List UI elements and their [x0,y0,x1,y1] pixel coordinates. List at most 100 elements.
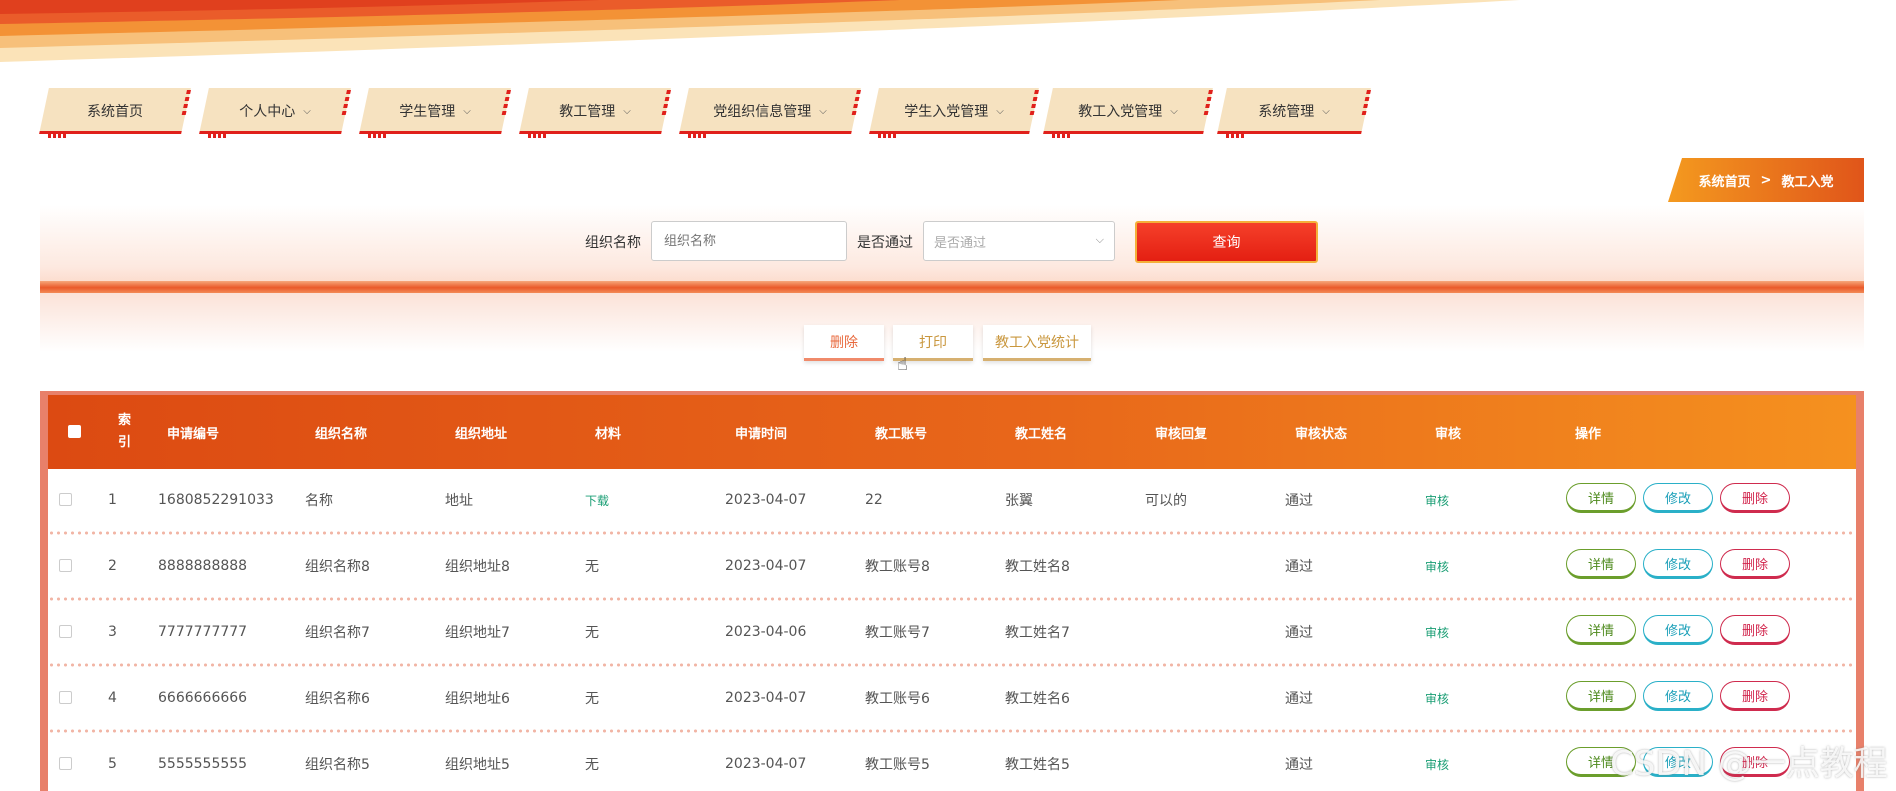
delete-button[interactable]: 删除 [1720,615,1790,645]
nav-item-label: 教工入党管理 [1078,104,1163,120]
row-checkbox[interactable] [59,559,72,572]
breadcrumb-home[interactable]: 系统首页 [1699,171,1751,190]
passed-label: 是否通过 [857,235,913,251]
breadcrumb: 系统首页 > 教工入党 [1668,158,1864,202]
chevron-down-icon: ⌵ [463,105,471,117]
nav-item-label: 学生入党管理 [904,104,989,120]
chevron-down-icon: ⌵ [1170,105,1178,117]
delete-button[interactable]: 删除 [1720,483,1790,513]
cell-org-addr: 组织地址7 [445,625,510,641]
chevron-down-icon: ⌵ [623,105,631,117]
detail-button[interactable]: 详情 [1566,615,1636,645]
chevron-down-icon: ⌵ [996,105,1004,117]
cell-index: 4 [108,690,117,706]
table-header: 索引 申请编号 组织名称 组织地址 材料 申请时间 教工账号 教工姓名 审核回复… [48,395,1856,469]
table-row: 1 1680852291033 名称 地址 下载 2023-04-07 22 张… [48,469,1856,535]
nav-item-label: 个人中心 [239,104,296,120]
cell-reply: 可以的 [1145,493,1187,509]
breadcrumb-current: 教工入党 [1781,174,1834,190]
header-teacher-account: 教工账号 [875,426,928,442]
table-row: 5 5555555555 组织名称5 组织地址5 无 2023-04-07 教工… [48,733,1856,791]
cell-material: 无 [585,757,599,773]
header-app-no: 申请编号 [167,426,220,442]
cell-material: 无 [585,559,599,575]
chevron-down-icon: ⌵ [303,105,311,117]
cell-app-no: 5555555555 [158,756,248,772]
cell-apply-time: 2023-04-07 [725,492,807,508]
nav-item-teacher-management[interactable]: 教工管理 ⌵ [519,86,671,138]
cell-app-no: 1680852291033 [158,492,274,508]
cell-teacher-account: 教工账号6 [865,691,930,707]
edit-button[interactable]: 修改 [1643,483,1713,513]
cell-org-addr: 组织地址6 [445,691,510,707]
nav-item-home[interactable]: 系统首页 [39,86,191,138]
row-checkbox[interactable] [59,691,72,704]
batch-delete-button[interactable]: 删除 [804,325,884,361]
detail-button[interactable]: 详情 [1566,681,1636,711]
cell-app-no: 7777777777 [158,624,248,640]
nav-item-system-management[interactable]: 系统管理 ⌵ [1217,86,1371,138]
cell-org-addr: 地址 [445,493,473,509]
data-table: 索引 申请编号 组织名称 组织地址 材料 申请时间 教工账号 教工姓名 审核回复… [40,391,1864,791]
org-name-input[interactable] [651,221,847,261]
cell-teacher-name: 教工姓名5 [1005,757,1070,773]
breadcrumb-separator: > [1760,172,1772,188]
cell-org-name: 组织名称6 [305,691,370,707]
query-button[interactable]: 查询 [1135,221,1318,263]
nav-item-personal-center[interactable]: 个人中心 ⌵ [199,86,351,138]
detail-button[interactable]: 详情 [1566,549,1636,579]
passed-select[interactable]: 是否通过 ⌵ [923,221,1115,261]
edit-button[interactable]: 修改 [1643,615,1713,645]
watermark: CSDN @一点教程 [1610,744,1888,784]
review-link[interactable]: 审核 [1425,601,1449,663]
cell-app-no: 8888888888 [158,558,248,574]
select-all-checkbox[interactable] [68,425,81,438]
cell-index: 1 [108,492,117,508]
cell-teacher-name: 张翼 [1005,493,1033,509]
row-checkbox[interactable] [59,625,72,638]
nav-item-student-party-management[interactable]: 学生入党管理 ⌵ [869,86,1039,138]
cell-apply-time: 2023-04-06 [725,624,807,640]
row-checkbox[interactable] [59,493,72,506]
nav-item-label: 教工管理 [559,104,616,120]
header-index: 索引 [118,413,132,450]
cell-teacher-account: 教工账号8 [865,559,930,575]
cell-status: 通过 [1285,625,1313,641]
header-apply-time: 申请时间 [735,426,788,442]
cell-teacher-name: 教工姓名7 [1005,625,1070,641]
delete-button[interactable]: 删除 [1720,549,1790,579]
chevron-down-icon: ⌵ [1095,233,1104,246]
header-ops: 操作 [1575,426,1602,442]
cell-org-addr: 组织地址5 [445,757,510,773]
header-org-addr: 组织地址 [455,426,508,442]
review-link[interactable]: 审核 [1425,535,1449,597]
header-material: 材料 [595,426,622,442]
teacher-party-stats-button[interactable]: 教工入党统计 [983,325,1091,361]
cell-apply-time: 2023-04-07 [725,690,807,706]
nav-item-label: 系统管理 [1258,104,1315,120]
action-bar: 删除 打印 教工入党统计 [40,293,1864,391]
search-panel: 组织名称 是否通过 是否通过 ⌵ 查询 [40,205,1864,293]
header-review: 审核 [1435,426,1462,442]
download-link[interactable]: 下载 [585,469,609,531]
cell-org-name: 组织名称5 [305,757,370,773]
edit-button[interactable]: 修改 [1643,681,1713,711]
cell-status: 通过 [1285,757,1313,773]
row-checkbox[interactable] [59,757,72,770]
cell-app-no: 6666666666 [158,690,248,706]
cell-teacher-account: 教工账号5 [865,757,930,773]
detail-button[interactable]: 详情 [1566,483,1636,513]
table-row: 4 6666666666 组织名称6 组织地址6 无 2023-04-07 教工… [48,667,1856,733]
delete-button[interactable]: 删除 [1720,681,1790,711]
divider-glow [40,281,1864,293]
header-status: 审核状态 [1295,426,1348,442]
review-link[interactable]: 审核 [1425,733,1449,791]
review-link[interactable]: 审核 [1425,469,1449,531]
nav-item-teacher-party-management[interactable]: 教工入党管理 ⌵ [1043,86,1213,138]
nav-item-student-management[interactable]: 学生管理 ⌵ [359,86,511,138]
nav-item-party-org-management[interactable]: 党组织信息管理 ⌵ [679,86,861,138]
review-link[interactable]: 审核 [1425,667,1449,729]
edit-button[interactable]: 修改 [1643,549,1713,579]
nav-item-label: 党组织信息管理 [713,104,812,120]
cell-org-name: 名称 [305,493,333,509]
